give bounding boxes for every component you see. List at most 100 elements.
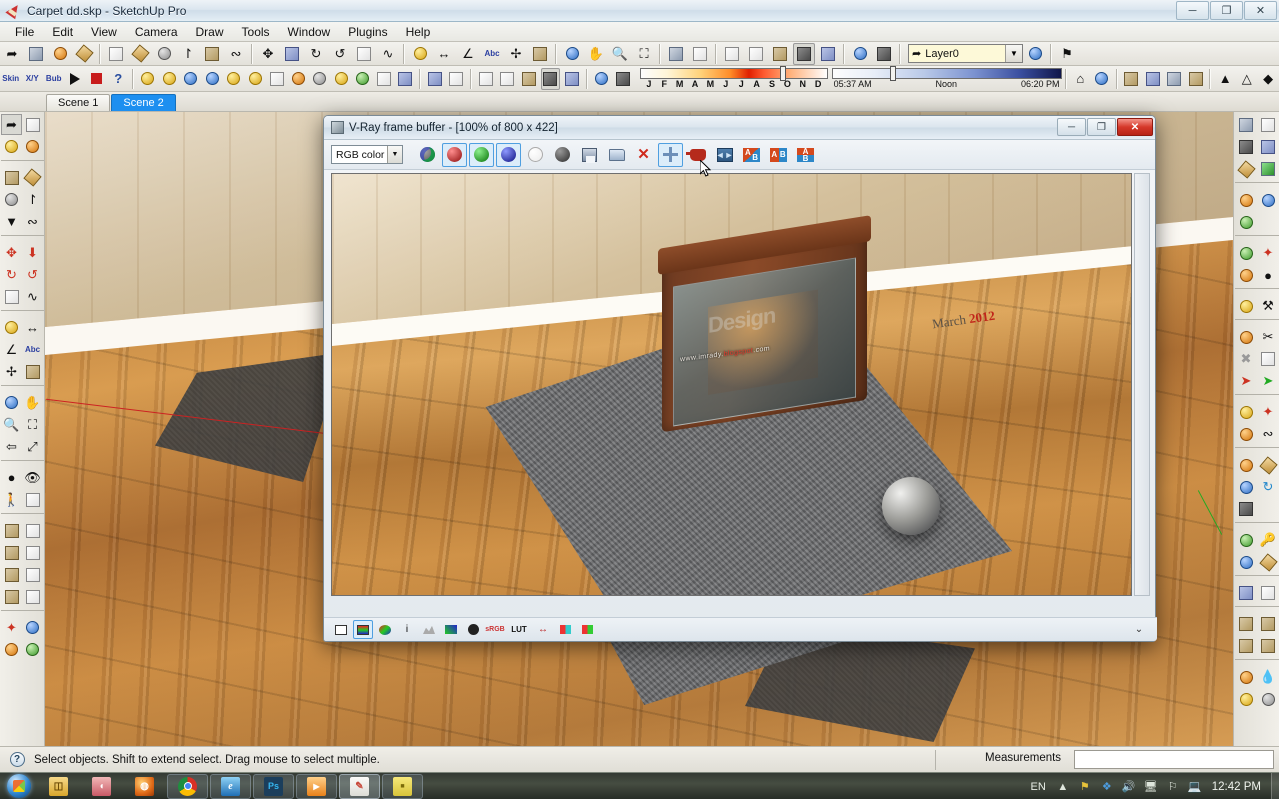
vray-help-button[interactable] [202, 68, 221, 90]
rt-refresh-tool[interactable]: ↻ [1257, 476, 1279, 498]
rt-grid[interactable] [1257, 348, 1279, 370]
vray-frame-buffer-button[interactable] [224, 68, 243, 90]
tool-orbit[interactable] [1, 392, 22, 413]
vray-frame-buffer-window[interactable]: V-Ray frame buffer - [100% of 800 x 422]… [323, 115, 1157, 642]
rt-purple-tool[interactable] [1235, 551, 1257, 573]
scale-tool-button[interactable] [353, 43, 375, 65]
tool-sandbox-stamp[interactable] [22, 542, 43, 563]
windows-start-orb[interactable] [1, 773, 37, 799]
month-slider-track[interactable] [639, 66, 828, 81]
blue-channel-icon[interactable] [496, 142, 521, 167]
tool-zoom-extents[interactable]: ⤢ [22, 436, 43, 457]
taskbar-item-internet-explorer[interactable]: e [210, 773, 251, 799]
rt-green-ball[interactable] [1235, 529, 1257, 551]
line-tool-button[interactable] [129, 43, 151, 65]
rt-sun-button[interactable] [1235, 295, 1257, 317]
vray-proxy-button[interactable] [396, 68, 415, 90]
menu-help[interactable]: Help [397, 23, 440, 41]
rt-key-tool[interactable]: 🔑 [1257, 529, 1279, 551]
clear-image-icon[interactable]: ✕ [631, 143, 656, 167]
stereo-red-icon[interactable] [555, 620, 575, 639]
rt-red-arrow[interactable]: ➤ [1235, 370, 1257, 392]
rt-paint-terrain[interactable] [1235, 264, 1257, 286]
ab-compare-stack-icon[interactable]: AB [793, 143, 818, 167]
face-style-shaded-button[interactable] [745, 43, 767, 65]
left-view-button[interactable] [540, 67, 561, 90]
menu-view[interactable]: View [82, 23, 126, 41]
tool-rotate[interactable]: ↻ [1, 264, 22, 285]
rt-curve-tool[interactable]: ∾ [1257, 423, 1279, 445]
expand-panel-chevron-icon[interactable]: ⌄ [1131, 620, 1147, 638]
tool-line[interactable] [22, 167, 43, 188]
vray-dome-light-button[interactable] [353, 68, 372, 90]
tool-sandbox-addetail[interactable] [22, 564, 43, 585]
help-plugin-button[interactable]: ? [108, 68, 127, 90]
time-slider-knob[interactable] [889, 66, 896, 81]
tool-axes[interactable]: ✢ [1, 361, 22, 382]
vray-render-button[interactable] [181, 68, 200, 90]
move-tool-button[interactable]: ✥ [257, 43, 279, 65]
dimension-tool-button[interactable]: ↔ [433, 43, 455, 65]
tool-classifier[interactable] [22, 639, 43, 660]
menu-file[interactable]: File [6, 23, 43, 41]
rt-star-2[interactable]: ✦ [1257, 401, 1279, 423]
tool-zoom[interactable]: 🔍 [1, 414, 22, 435]
close-button[interactable]: ✕ [1244, 1, 1277, 20]
tool-protractor[interactable]: ∠ [1, 339, 22, 360]
taskbar-item-sketchup[interactable]: ✎ [339, 773, 380, 799]
component-tool-button[interactable] [25, 43, 47, 65]
section-plane-button[interactable] [1122, 68, 1141, 90]
restore-button[interactable]: ❐ [1210, 1, 1243, 20]
menu-edit[interactable]: Edit [43, 23, 82, 41]
tool-interact[interactable] [1, 639, 22, 660]
rt-x-mark[interactable]: ✖ [1235, 348, 1257, 370]
3dtext-tool-button[interactable] [529, 43, 551, 65]
vray-options-button[interactable] [159, 68, 178, 90]
tool-section-plane[interactable] [22, 489, 43, 510]
rt-scissors[interactable]: ✂ [1257, 326, 1279, 348]
tool-dimensions[interactable]: ↔ [22, 317, 43, 338]
offset-tool-button[interactable]: ∿ [377, 43, 399, 65]
taskbar-item-chrome[interactable] [167, 773, 208, 799]
rt-tools-button[interactable]: ⚒ [1257, 295, 1279, 317]
vray-infinite-plane-button[interactable] [374, 68, 393, 90]
vfb-minimize-button[interactable]: ─ [1057, 118, 1086, 136]
show-desktop-button[interactable] [1271, 773, 1279, 799]
select-tool-button[interactable]: ➦ [1, 43, 23, 65]
rt-book-2[interactable] [1257, 613, 1279, 635]
green-channel-icon[interactable] [469, 142, 494, 167]
rt-star-terrain[interactable]: ✦ [1257, 242, 1279, 264]
taskbar-item-hello-app[interactable]: ■ [382, 773, 423, 799]
help-icon[interactable]: ? [6, 752, 28, 768]
srgb-icon[interactable]: sRGB [485, 620, 505, 639]
histogram-icon[interactable] [419, 620, 439, 639]
ab-compare-side-icon[interactable]: AB [766, 143, 791, 167]
section-cuts-button[interactable] [1165, 68, 1184, 90]
top-view-button[interactable] [447, 68, 466, 90]
rt-green-arrow[interactable]: ➤ [1257, 370, 1279, 392]
info-icon[interactable]: i [397, 620, 417, 639]
rt-pen-2[interactable] [1257, 551, 1279, 573]
skin-tool-button[interactable]: Skin [1, 68, 20, 90]
rt-xray-cube[interactable] [1235, 114, 1257, 136]
taskbar-item-explorer[interactable]: ◫ [38, 774, 79, 799]
add-location-button[interactable]: ⚑ [1056, 43, 1078, 65]
sandbox-smoove-button[interactable]: △ [1237, 68, 1256, 90]
rt-sandbox-green[interactable] [1235, 211, 1257, 233]
warehouse-button[interactable] [1092, 68, 1111, 90]
red-channel-icon[interactable] [442, 142, 467, 167]
tool-pan[interactable]: ✋ [22, 392, 43, 413]
tool-walk[interactable]: 🚶 [1, 489, 22, 510]
tool-circle[interactable] [1, 189, 22, 210]
tool-polygon[interactable]: ▼ [1, 211, 22, 232]
tray-language[interactable]: EN [1024, 781, 1051, 793]
rt-sandbox-blue[interactable] [1257, 189, 1279, 211]
axes-tool-button[interactable]: ✢ [505, 43, 527, 65]
rt-wireframe-cube[interactable] [1257, 114, 1279, 136]
rt-yellow-ball-2[interactable] [1235, 688, 1257, 710]
tool-pushpull[interactable]: ⬇ [22, 242, 43, 263]
rt-book-4[interactable] [1257, 635, 1279, 657]
menu-plugins[interactable]: Plugins [339, 23, 396, 41]
rt-eyedropper[interactable]: 💧 [1257, 666, 1279, 688]
chevron-down-icon[interactable]: ▼ [1005, 45, 1022, 62]
